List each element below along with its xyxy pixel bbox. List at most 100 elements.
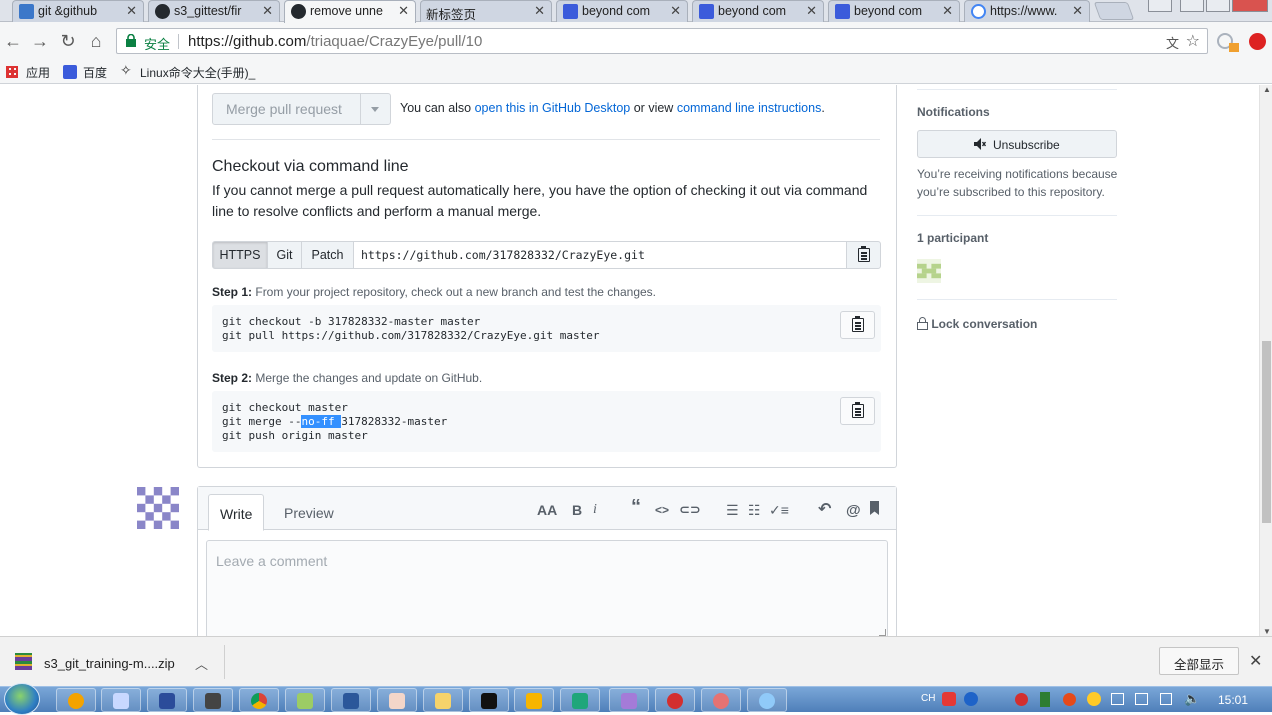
- bookmark-apps[interactable]: 应用: [26, 64, 50, 81]
- unsubscribe-button[interactable]: Unsubscribe: [917, 130, 1117, 158]
- github-desktop-link[interactable]: open this in GitHub Desktop: [475, 101, 631, 115]
- opera-style-menu-icon[interactable]: [1249, 33, 1266, 50]
- code-icon[interactable]: <>: [655, 503, 669, 517]
- tray-app-icon[interactable]: [1111, 693, 1124, 705]
- mention-icon[interactable]: @: [846, 502, 861, 519]
- resize-handle-icon[interactable]: [879, 629, 886, 636]
- input-language[interactable]: CH: [921, 693, 935, 704]
- reload-icon[interactable]: ↻: [57, 31, 79, 51]
- protocol-git-tab[interactable]: Git: [267, 241, 302, 269]
- link-icon[interactable]: ⊂⊃: [679, 502, 701, 518]
- close-icon[interactable]: ✕: [1249, 651, 1262, 671]
- merge-dropdown-button[interactable]: [360, 94, 390, 124]
- tab-3-active[interactable]: remove unne ✕: [284, 0, 416, 23]
- tab-close-icon[interactable]: ✕: [942, 3, 953, 19]
- italic-icon[interactable]: i: [593, 502, 597, 518]
- ordered-list-icon[interactable]: ☷: [748, 502, 761, 519]
- copy-clone-url-button[interactable]: [846, 241, 881, 269]
- start-button[interactable]: [4, 683, 40, 715]
- show-all-downloads-button[interactable]: 全部显示: [1159, 647, 1239, 675]
- tray-app-icon[interactable]: [1015, 693, 1028, 706]
- protocol-https-tab[interactable]: HTTPS: [212, 241, 268, 269]
- download-filename[interactable]: s3_git_training-m....zip: [44, 656, 175, 671]
- bold-icon[interactable]: B: [572, 502, 582, 518]
- command-line-instructions-link[interactable]: command line instructions: [677, 101, 822, 115]
- back-arrow-icon[interactable]: ←: [2, 31, 24, 51]
- participant-avatar[interactable]: [917, 259, 941, 283]
- sogou-icon[interactable]: [942, 692, 956, 706]
- taskbar-app[interactable]: [514, 688, 554, 712]
- protocol-patch-tab[interactable]: Patch: [301, 241, 354, 269]
- taskbar-app[interactable]: [56, 688, 96, 712]
- tab-close-icon[interactable]: ✕: [398, 3, 409, 19]
- taskbar-app[interactable]: [101, 688, 141, 712]
- copy-step1-button[interactable]: [840, 311, 875, 339]
- tab-close-icon[interactable]: ✕: [534, 3, 545, 19]
- quote-icon[interactable]: “: [631, 496, 641, 519]
- unordered-list-icon[interactable]: ☰: [726, 502, 739, 519]
- taskbar-app[interactable]: [609, 688, 649, 712]
- home-icon[interactable]: ⌂: [85, 31, 107, 51]
- bookmark-linux[interactable]: Linux命令大全(手册)_: [140, 64, 255, 81]
- taskbar-app[interactable]: [560, 688, 600, 712]
- scroll-up-icon[interactable]: ▲: [1263, 85, 1271, 94]
- merge-pull-request-button[interactable]: Merge pull request: [212, 93, 391, 125]
- url-text[interactable]: https://github.com/triaquae/CrazyEye/pul…: [188, 33, 482, 50]
- tab-close-icon[interactable]: ✕: [262, 3, 273, 19]
- address-bar[interactable]: 安全 https://github.com/triaquae/CrazyEye/…: [116, 28, 1208, 54]
- saved-replies-bookmark-icon[interactable]: [870, 501, 879, 515]
- tab-preview[interactable]: Preview: [273, 494, 345, 531]
- system-clock[interactable]: 15:01: [1218, 693, 1248, 707]
- tray-app-icon[interactable]: [1063, 693, 1076, 706]
- chevron-up-icon[interactable]: ︿: [195, 654, 208, 673]
- tab-2[interactable]: s3_gittest/fir ✕: [148, 0, 280, 22]
- tab-close-icon[interactable]: ✕: [670, 3, 681, 19]
- tab-5[interactable]: beyond com ✕: [556, 0, 688, 22]
- comment-textarea[interactable]: Leave a comment: [206, 540, 888, 636]
- network-icon[interactable]: [1135, 693, 1148, 705]
- close-window-button[interactable]: [1232, 0, 1268, 12]
- task-list-icon[interactable]: ✓≡: [769, 502, 789, 519]
- bookmark-baidu[interactable]: 百度: [83, 64, 107, 81]
- taskbar-word[interactable]: [331, 688, 371, 712]
- tab-1[interactable]: git &github ✕: [12, 0, 144, 22]
- user-icon[interactable]: [1148, 0, 1172, 12]
- taskbar-terminal[interactable]: [469, 688, 509, 712]
- tab-close-icon[interactable]: ✕: [806, 3, 817, 19]
- tray-app-icon[interactable]: [1040, 692, 1050, 707]
- reply-icon[interactable]: ↶: [818, 499, 831, 519]
- tab-6[interactable]: beyond com ✕: [692, 0, 824, 22]
- star-icon[interactable]: ☆: [1186, 31, 1200, 51]
- taskbar-chrome[interactable]: [239, 688, 279, 712]
- taskbar-app[interactable]: [701, 688, 741, 712]
- taskbar-explorer[interactable]: [423, 688, 463, 712]
- new-tab-button[interactable]: [1093, 2, 1135, 20]
- help-icon[interactable]: [964, 692, 978, 706]
- tab-close-icon[interactable]: ✕: [126, 3, 137, 19]
- clone-url-input[interactable]: https://github.com/317828332/CrazyEye.gi…: [353, 241, 847, 269]
- minimize-button[interactable]: [1180, 0, 1204, 12]
- taskbar-app[interactable]: [147, 688, 187, 712]
- forward-arrow-icon[interactable]: →: [29, 31, 51, 51]
- taskbar-app[interactable]: [193, 688, 233, 712]
- copy-step2-button[interactable]: [840, 397, 875, 425]
- translate-icon[interactable]: 文: [1166, 33, 1179, 52]
- tab-4[interactable]: 新标签页 ✕: [420, 0, 552, 22]
- taskbar-app[interactable]: [655, 688, 695, 712]
- tab-7[interactable]: beyond com ✕: [828, 0, 960, 22]
- maximize-button[interactable]: [1206, 0, 1230, 12]
- avatar[interactable]: [137, 487, 179, 529]
- tab-close-icon[interactable]: ✕: [1072, 3, 1083, 19]
- monitor-icon[interactable]: [1160, 693, 1172, 705]
- qq-icon[interactable]: [1087, 692, 1101, 706]
- lock-conversation-link[interactable]: Lock conversation: [917, 317, 1037, 331]
- text-size-icon[interactable]: AA: [537, 502, 557, 518]
- tab-8[interactable]: https://www. ✕: [964, 0, 1090, 22]
- taskbar-app[interactable]: [285, 688, 325, 712]
- scrollbar-thumb[interactable]: [1262, 341, 1271, 523]
- taskbar-app[interactable]: [377, 688, 417, 712]
- tab-write[interactable]: Write: [208, 494, 265, 531]
- volume-icon[interactable]: 🔈: [1184, 691, 1200, 707]
- page-scrollbar[interactable]: ▲ ▼: [1259, 85, 1272, 636]
- scroll-down-icon[interactable]: ▼: [1263, 627, 1271, 636]
